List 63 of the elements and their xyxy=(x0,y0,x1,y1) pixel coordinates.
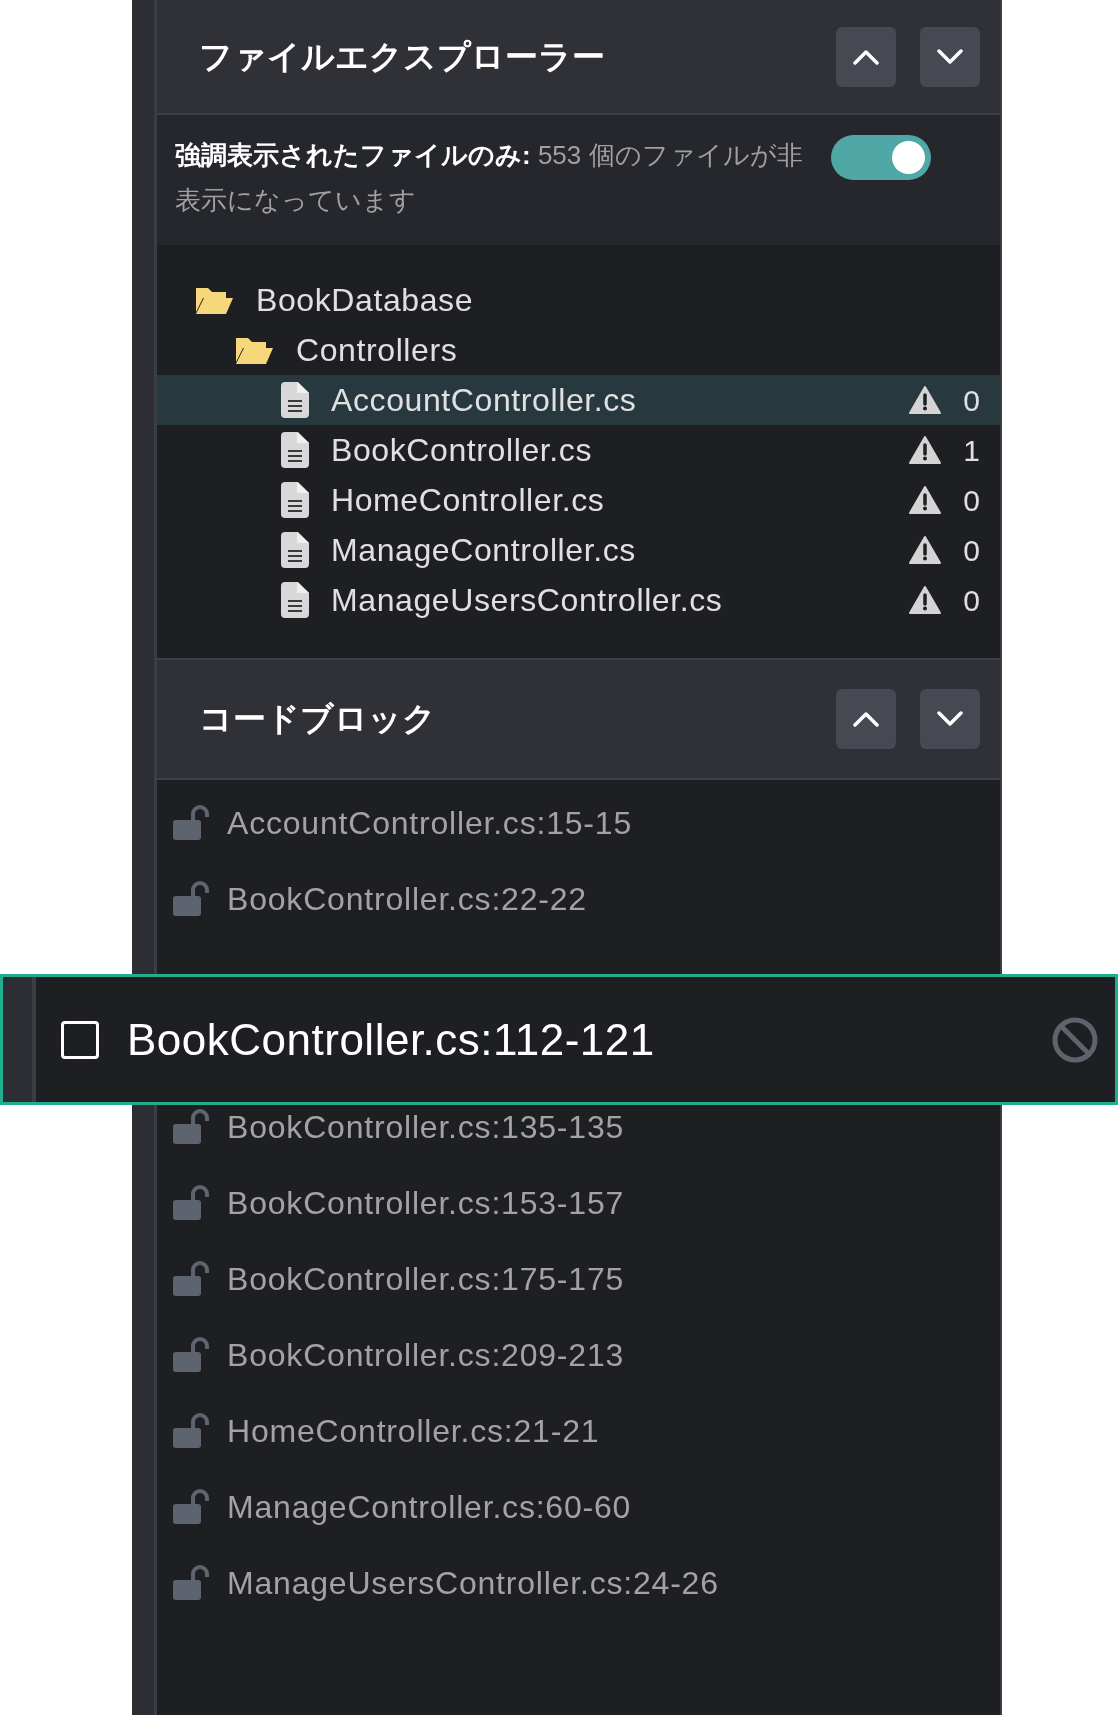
unlocked-padlock-icon[interactable] xyxy=(171,1109,211,1145)
warning-icon xyxy=(909,436,942,464)
warning-count: 0 xyxy=(963,532,980,569)
chevron-up-icon xyxy=(853,711,879,727)
section-title: コードブロック xyxy=(199,699,436,739)
unlocked-padlock-icon[interactable] xyxy=(171,1185,211,1221)
unlocked-padlock-icon[interactable] xyxy=(171,1261,211,1297)
warning-icon xyxy=(909,536,942,564)
warning-count: 0 xyxy=(963,582,980,619)
file-name: AccountController.cs xyxy=(331,381,637,420)
expand-down-button[interactable] xyxy=(920,689,980,749)
document-icon xyxy=(281,482,309,518)
chevron-up-icon xyxy=(853,48,879,65)
filter-description: 強調表示されたファイルのみ: 553 個のファイルが非表示になっています xyxy=(175,139,804,217)
folder-row[interactable]: BookDatabase xyxy=(157,275,1000,325)
chevron-down-icon xyxy=(937,711,963,727)
file-name: ManageController.cs xyxy=(331,531,636,570)
prohibited-icon xyxy=(1051,1015,1099,1064)
file-name: BookDatabase xyxy=(256,281,474,320)
file-row[interactable]: ManageUsersController.cs 0 xyxy=(157,575,1000,625)
toggle-switch[interactable] xyxy=(831,135,931,180)
unlocked-padlock-icon[interactable] xyxy=(171,881,211,917)
warning-count: 0 xyxy=(963,382,980,419)
document-icon xyxy=(281,532,309,568)
file-name: ManageUsersController.cs xyxy=(331,581,723,620)
warning-icon xyxy=(909,386,942,414)
folder-row[interactable]: Controllers xyxy=(157,325,1000,375)
checkbox[interactable] xyxy=(61,1020,99,1059)
file-name: Controllers xyxy=(296,331,458,370)
document-icon xyxy=(281,432,309,468)
section-title: ファイルエクスプローラー xyxy=(199,36,605,77)
collapse-up-button[interactable] xyxy=(836,26,896,87)
file-row[interactable]: AccountController.cs 0 xyxy=(157,375,1000,425)
unlocked-padlock-icon[interactable] xyxy=(171,1413,211,1449)
code-block-label: BookController.cs:112-121 xyxy=(127,1013,655,1066)
code-block-label[interactable]: HomeController.cs:21-21 xyxy=(227,1407,600,1455)
code-block-label[interactable]: BookController.cs:175-175 xyxy=(227,1255,625,1303)
code-block-label[interactable]: BookController.cs:22-22 xyxy=(227,875,587,923)
unlocked-padlock-icon[interactable] xyxy=(171,805,211,841)
dragged-code-block[interactable]: BookController.cs:112-121 xyxy=(0,974,1118,1105)
chevron-down-icon xyxy=(937,48,963,65)
unlocked-padlock-icon[interactable] xyxy=(171,1489,211,1525)
collapse-up-button[interactable] xyxy=(836,689,896,749)
code-block-label[interactable]: BookController.cs:209-213 xyxy=(227,1331,625,1379)
warning-icon xyxy=(909,586,942,614)
file-name: HomeController.cs xyxy=(331,481,605,520)
expand-down-button[interactable] xyxy=(920,26,980,87)
file-row[interactable]: ManageController.cs 0 xyxy=(157,525,1000,575)
code-block-label[interactable]: AccountController.cs:15-15 xyxy=(227,799,632,847)
document-icon xyxy=(281,382,309,418)
document-icon xyxy=(281,582,309,618)
code-block-label[interactable]: BookController.cs:153-157 xyxy=(227,1179,625,1227)
code-block-label[interactable]: BookController.cs:135-135 xyxy=(227,1103,625,1151)
file-row[interactable]: HomeController.cs 0 xyxy=(157,475,1000,525)
unlocked-padlock-icon[interactable] xyxy=(171,1565,211,1601)
warning-icon xyxy=(909,486,942,514)
file-name: BookController.cs xyxy=(331,431,592,470)
warning-count: 1 xyxy=(963,432,980,469)
code-block-label[interactable]: ManageUsersController.cs:24-26 xyxy=(227,1559,719,1607)
warning-count: 0 xyxy=(963,482,980,519)
file-row[interactable]: BookController.cs 1 xyxy=(157,425,1000,475)
code-block-label[interactable]: ManageController.cs:60-60 xyxy=(227,1483,632,1531)
unlocked-padlock-icon[interactable] xyxy=(171,1337,211,1373)
